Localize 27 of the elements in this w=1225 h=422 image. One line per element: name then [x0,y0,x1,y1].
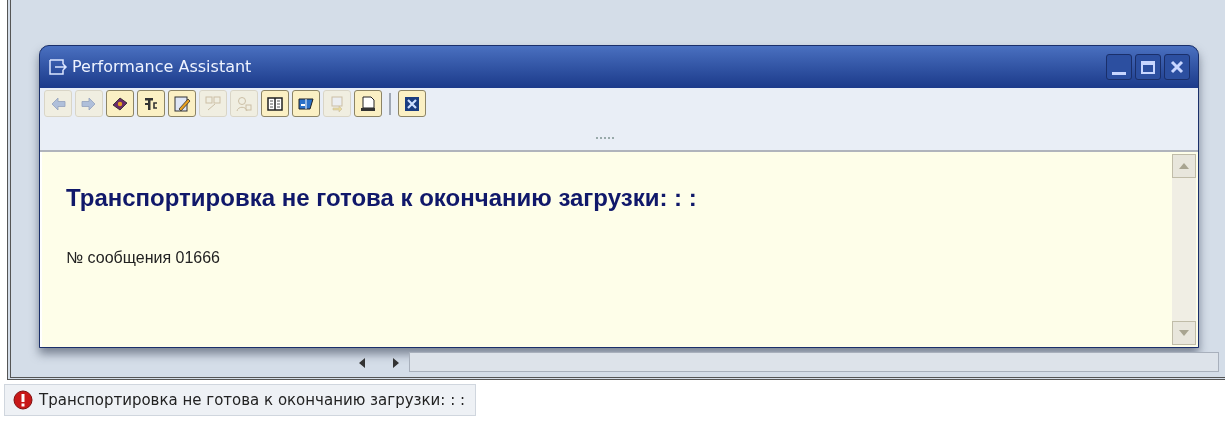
minimize-button[interactable] [1106,54,1132,80]
message-heading: Транспортировка не готова к окончанию загрузки: : : [66,183,698,213]
maximize-button[interactable] [1135,54,1161,80]
toolbar-button[interactable] [137,90,165,117]
message-number: № сообщения 01666 [66,248,221,268]
resize-grip-icon [596,137,616,140]
toolbar-button[interactable] [106,90,134,117]
toolbar-button[interactable] [168,90,196,117]
person-icon [235,94,253,113]
status-text: Транспортировка не готова к окончанию загрузки: : : [39,389,466,411]
toolbar-button[interactable] [261,90,289,117]
close-icon [1170,60,1184,74]
toolbar-button[interactable] [398,90,426,117]
cross-icon [403,94,421,113]
close-button[interactable] [1164,54,1190,80]
down-triangle-icon [1179,330,1189,336]
notes-icon [204,94,222,113]
error-icon [13,390,33,410]
edit-icon [173,94,191,113]
transfer-icon [328,94,346,113]
document-icon [359,94,377,113]
toolbar-button[interactable] [292,90,320,117]
open-book-icon [266,94,284,113]
window-icon [48,58,68,76]
toolbar-button[interactable] [354,90,382,117]
up-triangle-icon [1179,163,1189,169]
window-title: Performance Assistant [72,56,252,78]
